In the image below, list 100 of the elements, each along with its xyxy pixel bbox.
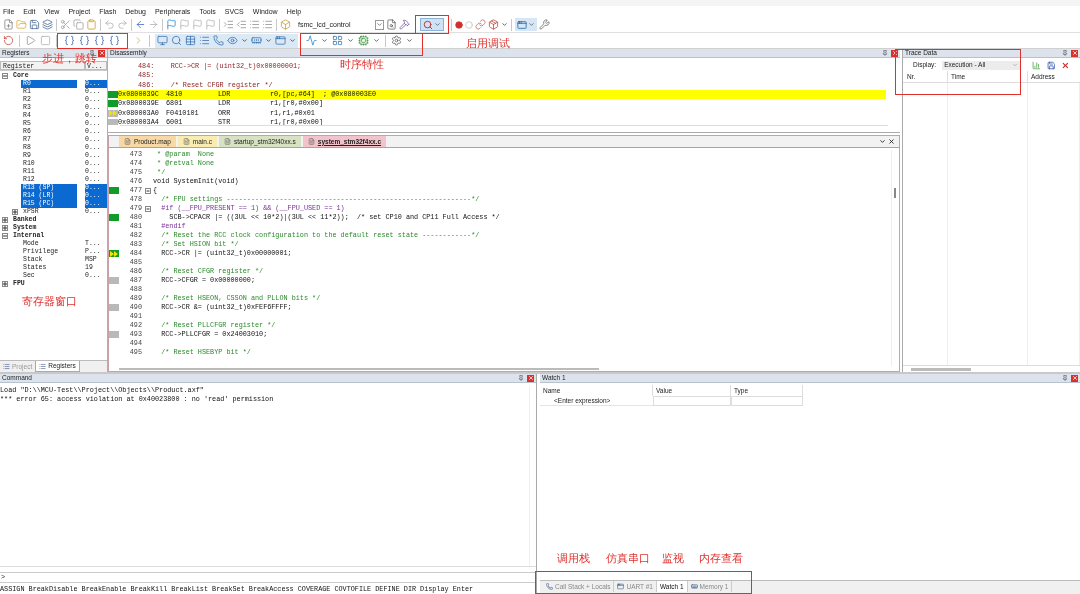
window-layout-button[interactable] [515,18,537,31]
debug-button[interactable] [420,18,444,31]
run-icon[interactable] [25,35,36,46]
run-to-cursor-icon[interactable] [109,35,120,46]
scrollbar-thumb[interactable] [119,367,599,370]
file-search-icon[interactable] [386,19,397,30]
pin-icon[interactable] [518,375,524,381]
watch-value-cell[interactable] [653,396,731,406]
expander-toggle[interactable] [12,209,18,215]
analysis-window-icon[interactable] [306,35,317,46]
close-button[interactable] [891,49,898,57]
package-icon[interactable] [488,19,499,30]
file-icon [224,138,231,145]
debug-search-icon [423,19,433,30]
caret-icon[interactable] [241,37,248,44]
command-window-icon[interactable] [157,35,168,46]
annotation-label: 步进，跳转 [42,53,97,64]
flag-icon[interactable] [166,19,177,30]
close-icon [891,50,898,56]
close-button[interactable] [527,374,534,382]
memory-window-icon[interactable] [251,35,262,46]
close-icon [1071,50,1078,56]
chart-icon[interactable] [1031,60,1041,70]
watch-type-cell[interactable] [731,396,803,406]
annotation-frame [57,33,128,49]
caret-icon [434,21,441,28]
wrench-icon[interactable] [539,19,550,30]
fold-icon[interactable] [145,187,151,194]
annotation-label: 启用调试 [466,38,510,49]
flag-icon[interactable] [192,19,203,30]
caret-icon[interactable] [289,37,296,44]
caret-icon [1011,62,1018,68]
symbols-window-icon[interactable] [185,35,196,46]
step-over-icon[interactable] [79,35,90,46]
pin-icon[interactable] [1062,50,1068,56]
expander-toggle[interactable] [2,233,8,239]
registers-window-icon[interactable] [199,35,210,46]
copy-icon[interactable] [73,19,84,30]
stop-icon[interactable] [40,35,51,46]
tab-icon [690,583,698,590]
breakpoint-icon[interactable] [455,20,463,29]
caret-icon[interactable] [265,37,272,44]
save-icon[interactable] [29,19,40,30]
disassembly-window-icon[interactable] [171,35,182,46]
dropdown-button[interactable] [375,19,384,30]
tab-icon [617,583,625,590]
system-viewer-icon[interactable] [358,35,369,46]
file-icon [182,138,190,145]
serial-window-icon[interactable] [275,35,286,46]
tab-list-icon[interactable] [879,138,886,145]
tab-icon [39,362,47,370]
close-icon[interactable] [888,138,895,145]
close-button[interactable] [1071,49,1078,57]
flag-icon[interactable] [205,19,216,30]
pin-icon[interactable] [882,50,888,56]
close-button[interactable] [98,49,105,57]
scrollbar-thumb[interactable] [894,188,896,198]
undo-icon[interactable] [104,19,115,30]
step-out-icon[interactable] [94,35,105,46]
forward-arrow-icon[interactable] [148,19,159,30]
annotation-label: 仿真串口 [606,553,650,564]
watch-window-icon[interactable] [227,35,238,46]
trace-window-icon[interactable] [332,35,343,46]
file-icon [124,138,131,145]
expander-toggle[interactable] [2,225,8,231]
pin-icon[interactable] [1062,375,1068,381]
caret-icon[interactable] [406,37,413,44]
outdent-icon[interactable] [236,19,247,30]
annotation-label: 寄存器窗口 [22,296,77,307]
folder-icon[interactable] [16,19,27,30]
back-arrow-icon[interactable] [135,19,146,30]
close-icon [527,375,534,381]
scrollbar-thumb[interactable] [911,367,971,371]
expander-toggle[interactable] [2,281,8,287]
reset-icon[interactable] [3,35,14,46]
caret-icon[interactable] [321,37,328,44]
cut-icon[interactable] [60,19,71,30]
expander-toggle[interactable] [2,73,8,79]
close-button[interactable] [1071,374,1078,382]
file-icon [307,138,315,145]
save-icon[interactable] [1046,60,1056,70]
fold-icon[interactable] [145,205,151,212]
clear-icon[interactable] [1061,60,1070,70]
hammer-icon[interactable] [399,19,410,30]
new-file-icon[interactable] [3,19,14,30]
annotation-label: 调用栈 [557,553,590,564]
caret-icon[interactable] [501,21,508,28]
link-icon[interactable] [475,19,486,30]
tab-icon [546,583,553,590]
flag-icon[interactable] [179,19,190,30]
caret-icon[interactable] [373,37,380,44]
expander-toggle[interactable] [2,217,8,223]
tab-icon [3,363,10,370]
window-icon [517,19,527,30]
indent-icon[interactable] [223,19,234,30]
paste-icon[interactable] [86,19,97,30]
caret-icon[interactable] [347,37,354,44]
redo-icon[interactable] [117,19,128,30]
step-into-icon[interactable] [64,35,75,46]
close-icon [98,50,105,56]
